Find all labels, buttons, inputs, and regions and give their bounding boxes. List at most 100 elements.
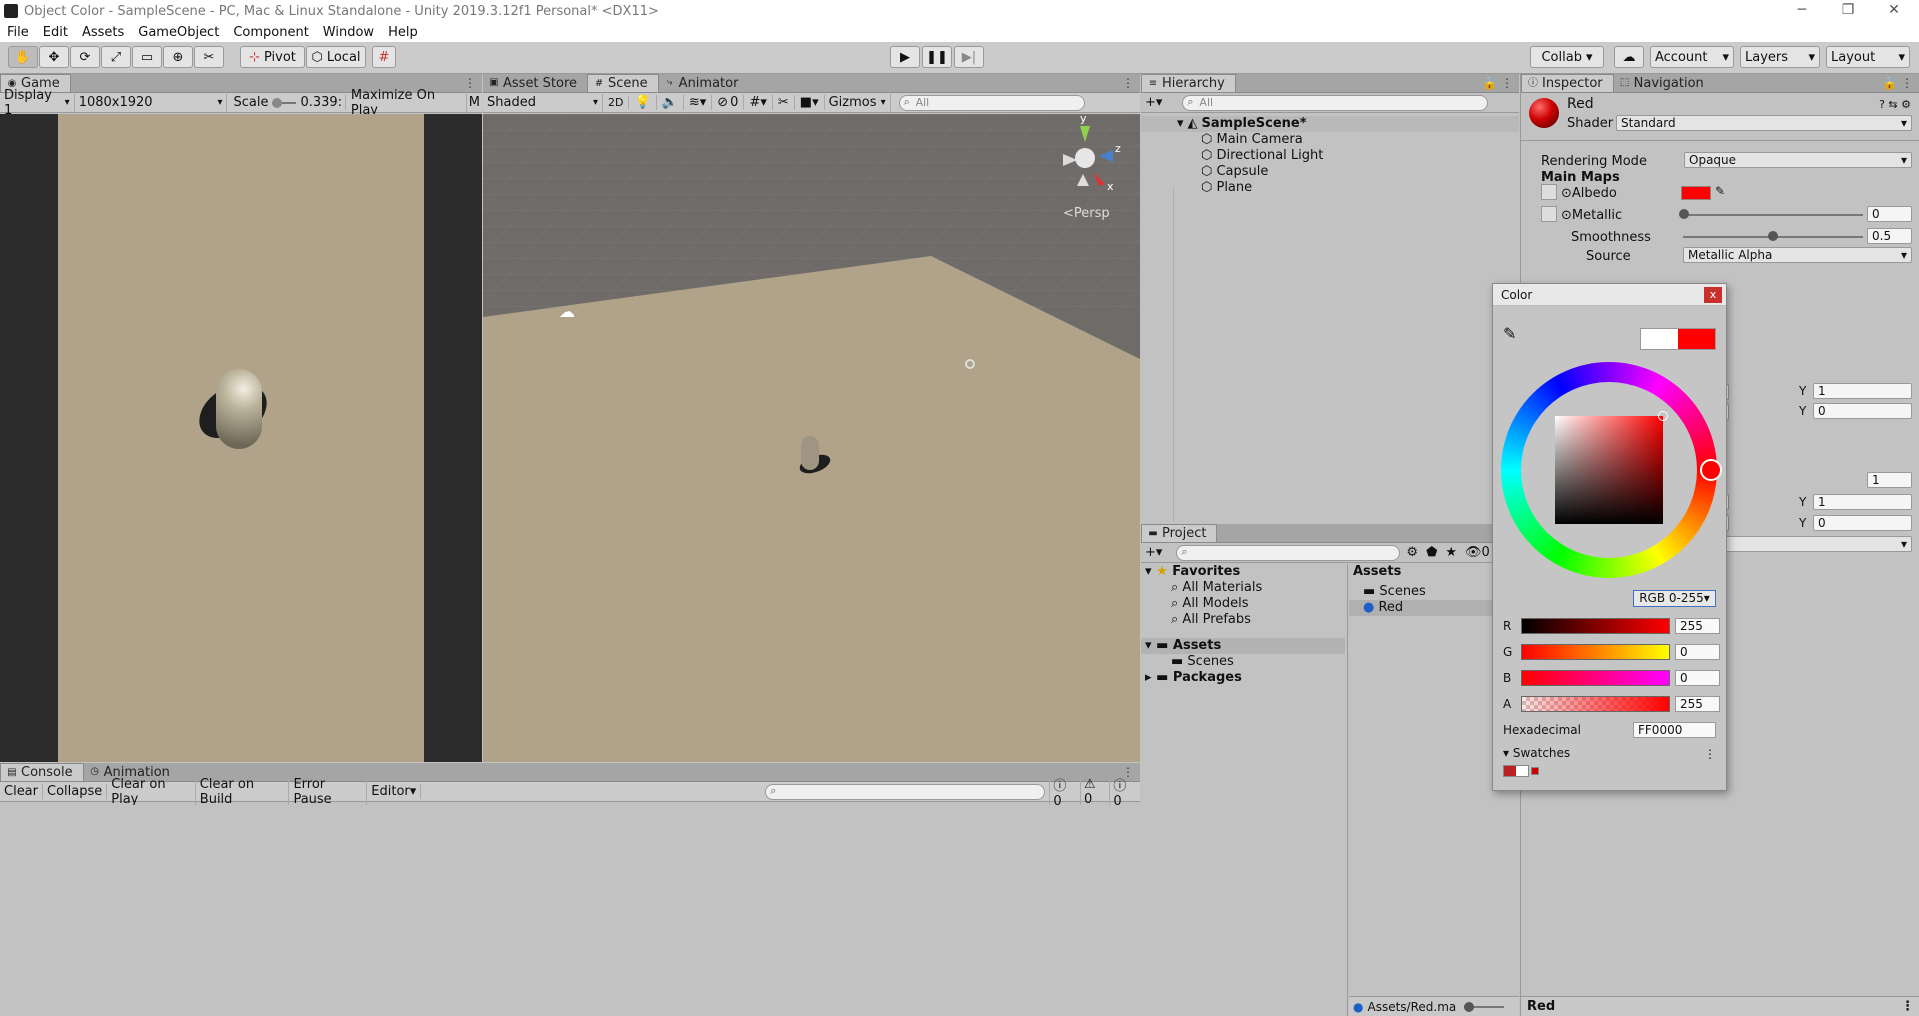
camera-icon[interactable]: ■▾	[795, 95, 825, 110]
assets-folder-item[interactable]: ▾ ▬ Assets	[1141, 638, 1345, 654]
transform-tool-icon[interactable]: ⊕	[163, 46, 193, 68]
g-slider[interactable]	[1521, 644, 1670, 660]
play-button[interactable]: ▶	[890, 46, 920, 68]
clear-on-build-button[interactable]: Clear on Build	[196, 776, 290, 807]
maximize-on-play-button[interactable]: Maximize On Play	[346, 87, 467, 118]
menu-edit[interactable]: Edit	[36, 25, 75, 40]
scene-menu-icon[interactable]: ⋮	[1122, 76, 1134, 90]
menu-file[interactable]: File	[0, 25, 36, 40]
close-window-icon[interactable]: ✕	[1874, 0, 1914, 20]
favorites-all-prefabs[interactable]: ⌕ All Prefabs	[1141, 612, 1345, 628]
camera-gizmo-icon[interactable]: ☁	[559, 302, 575, 321]
detail-tiling-y-field[interactable]: 1	[1813, 494, 1912, 510]
swatches-header[interactable]: ▾ Swatches	[1503, 746, 1570, 760]
scenes-folder-item[interactable]: ▬ Scenes	[1141, 654, 1345, 670]
offset-y-field[interactable]: 0	[1813, 403, 1912, 419]
clear-button[interactable]: Clear	[0, 784, 43, 799]
r-value-field[interactable]: 255	[1675, 618, 1720, 634]
tab-animator[interactable]: ⤷ Animator	[659, 74, 749, 92]
tab-inspector[interactable]: ⓘ Inspector	[1521, 74, 1614, 92]
shader-dropdown[interactable]: Standard ▾	[1616, 115, 1912, 131]
collapse-button[interactable]: Collapse	[43, 784, 108, 799]
albedo-texture-slot[interactable]	[1541, 184, 1557, 200]
hidden-objects-toggle[interactable]: ⊘ 0	[712, 95, 745, 110]
hand-tool-icon[interactable]: ✋	[8, 46, 38, 68]
detail-offset-y-field[interactable]: 0	[1813, 515, 1912, 531]
swatch-item[interactable]	[1503, 765, 1529, 777]
menu-assets[interactable]: Assets	[75, 25, 131, 40]
sv-picker-handle[interactable]	[1658, 411, 1668, 421]
clear-on-play-button[interactable]: Clear on Play	[107, 776, 196, 807]
close-icon[interactable]: x	[1704, 287, 1722, 303]
scale-tool-icon[interactable]: ⤢	[101, 46, 131, 68]
console-search-input[interactable]	[765, 783, 1046, 800]
create-asset-button[interactable]: +▾	[1141, 545, 1166, 560]
info-count-toggle[interactable]: ⓘ 0	[1049, 774, 1080, 809]
collab-button[interactable]: Collab ▾	[1530, 46, 1604, 68]
metallic-slider[interactable]	[1683, 214, 1863, 216]
scale-slider[interactable]: Scale 0.339:	[227, 95, 346, 110]
swatches-menu-icon[interactable]: ⋮	[1704, 747, 1716, 761]
swatch-item[interactable]	[1531, 767, 1539, 775]
detail-normal-scale-field[interactable]: 1	[1867, 472, 1912, 488]
scene-root-item[interactable]: ▾ ◭ SampleScene*	[1141, 116, 1519, 132]
packages-folder-item[interactable]: ▸ ▬ Packages	[1141, 670, 1345, 686]
layers-dropdown[interactable]: Layers ▾	[1740, 46, 1820, 68]
hierarchy-item-capsule[interactable]: ⬡ Capsule	[1141, 164, 1519, 180]
help-settings-icons[interactable]: ? ⇆ ⚙	[1879, 98, 1911, 111]
tools-icon[interactable]: ✂	[773, 95, 795, 110]
smoothness-value[interactable]: 0.5	[1867, 228, 1912, 244]
a-value-field[interactable]: 255	[1675, 696, 1720, 712]
rendering-mode-dropdown[interactable]: Opaque ▾	[1684, 152, 1912, 168]
menu-window[interactable]: Window	[316, 25, 381, 40]
rect-tool-icon[interactable]: ▭	[132, 46, 162, 68]
effects-icon[interactable]: ≋▾	[684, 95, 713, 110]
project-search-input[interactable]	[1176, 544, 1401, 561]
rotate-tool-icon[interactable]: ⟳	[70, 46, 100, 68]
custom-tool-icon[interactable]: ✂	[194, 46, 224, 68]
inspector-menu-icon[interactable]: 🔒 ⋮	[1882, 76, 1913, 90]
snap-icon[interactable]: #	[372, 46, 396, 68]
tab-console[interactable]: ▤ Console	[0, 763, 84, 781]
color-mode-dropdown[interactable]: RGB 0-255▾	[1633, 590, 1716, 607]
orientation-gizmo[interactable]: y z x	[1055, 114, 1125, 202]
pause-button[interactable]: ❚❚	[922, 46, 952, 68]
tab-navigation[interactable]: ⬚ Navigation	[1614, 74, 1714, 92]
tab-asset-store[interactable]: ▣ Asset Store	[483, 74, 587, 92]
metallic-slider-thumb[interactable]	[1679, 209, 1689, 219]
hue-wheel[interactable]	[1501, 362, 1722, 578]
favorites-all-models[interactable]: ⌕ All Models	[1141, 596, 1345, 612]
audio-icon[interactable]: 🔈	[657, 95, 684, 110]
editor-dropdown[interactable]: Editor▾	[367, 784, 422, 799]
2d-toggle[interactable]: 2D	[603, 96, 630, 109]
hierarchy-item-main-camera[interactable]: ⬡ Main Camera	[1141, 132, 1519, 148]
error-pause-button[interactable]: Error Pause	[289, 776, 368, 807]
account-dropdown[interactable]: Account ▾	[1650, 46, 1734, 68]
lighting-icon[interactable]: 💡	[629, 95, 657, 110]
a-slider[interactable]	[1521, 696, 1670, 712]
g-value-field[interactable]: 0	[1675, 644, 1720, 660]
smoothness-slider-thumb[interactable]	[1768, 231, 1778, 241]
tab-hierarchy[interactable]: ≡ Hierarchy	[1141, 74, 1236, 92]
perspective-label[interactable]: <Persp	[1063, 206, 1110, 221]
menu-component[interactable]: Component	[226, 25, 315, 40]
metallic-texture-slot[interactable]	[1541, 206, 1557, 222]
previous-color-swatch[interactable]	[1641, 329, 1678, 349]
favorites-item[interactable]: ▾ ★ Favorites	[1141, 564, 1345, 580]
console-log-area[interactable]	[0, 805, 1140, 1016]
hue-picker-handle[interactable]	[1700, 459, 1722, 481]
gizmos-dropdown[interactable]: Gizmos	[825, 93, 891, 112]
source-dropdown[interactable]: Metallic Alpha ▾	[1683, 247, 1912, 263]
grid-icon[interactable]: #▾	[744, 95, 773, 110]
minimize-icon[interactable]: ─	[1782, 0, 1822, 20]
restore-icon[interactable]: ❐	[1828, 0, 1868, 20]
hierarchy-search-input[interactable]: All	[1182, 94, 1489, 111]
resolution-dropdown[interactable]: 1080x1920	[75, 93, 228, 112]
b-value-field[interactable]: 0	[1675, 670, 1720, 686]
tiling-y-field[interactable]: 1	[1813, 383, 1912, 399]
kebab-icon[interactable]: ⋮	[1901, 999, 1914, 1014]
hierarchy-item-directional-light[interactable]: ⬡ Directional Light	[1141, 148, 1519, 164]
hidden-packages-icon[interactable]: 👁0	[1465, 545, 1490, 560]
albedo-color-field[interactable]	[1681, 186, 1711, 200]
eyedropper-icon[interactable]: ✎	[1503, 324, 1516, 343]
